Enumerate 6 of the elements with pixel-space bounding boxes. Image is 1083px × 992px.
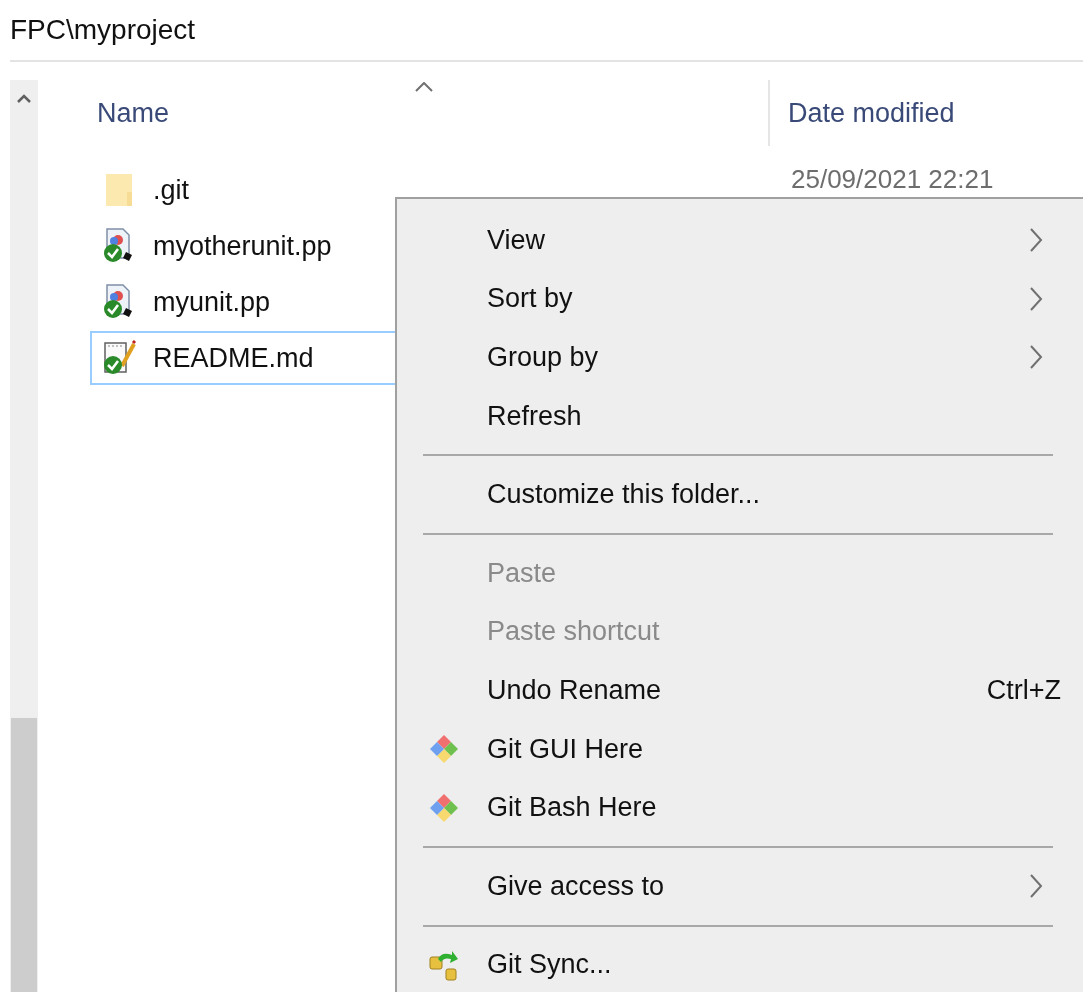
shortcut-text: Ctrl+Z	[985, 674, 1061, 706]
file-name: .git	[153, 174, 190, 206]
date-modified: 25/09/2021 22:21	[790, 165, 994, 193]
file-name: myunit.pp	[153, 286, 271, 318]
file-name: README.md	[153, 342, 314, 374]
file-name: myotherunit.pp	[153, 230, 332, 262]
